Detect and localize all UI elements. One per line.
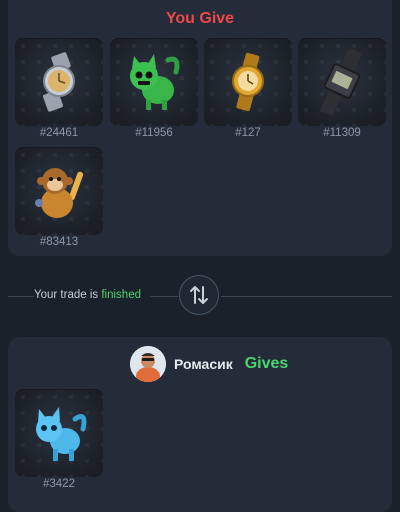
you-give-title: You Give bbox=[165, 10, 235, 27]
divider-line-right bbox=[221, 296, 392, 297]
gift-id-11309: #11309 bbox=[323, 127, 361, 139]
monkey-icon bbox=[35, 168, 84, 218]
gift-tile-11309[interactable] bbox=[298, 38, 386, 126]
gift-id-3422: #3422 bbox=[43, 478, 75, 490]
gift-id-127: #127 bbox=[235, 127, 261, 139]
gift-id-11956: #11956 bbox=[135, 127, 173, 139]
gift-tile-127[interactable] bbox=[204, 38, 292, 126]
digital-watch-icon bbox=[320, 48, 362, 116]
divider-line-left bbox=[8, 296, 34, 297]
gold-watch-icon bbox=[232, 52, 264, 112]
user-photo-icon bbox=[130, 346, 166, 382]
avatar[interactable] bbox=[130, 346, 166, 382]
trade-status-value: finished bbox=[101, 289, 141, 301]
gift-tile-83413[interactable] bbox=[15, 147, 103, 235]
gift-id-24461: #24461 bbox=[39, 127, 79, 139]
user-gives-header: Ромасик Gives bbox=[130, 346, 288, 382]
gift-tile-24461[interactable] bbox=[15, 38, 103, 126]
user-name: Ромасик bbox=[174, 356, 233, 372]
trade-status-prefix: Your trade is bbox=[34, 289, 99, 301]
silver-watch-icon bbox=[42, 52, 75, 112]
green-cat-icon bbox=[130, 54, 180, 110]
trade-status-text: Your trade is finished bbox=[34, 289, 141, 301]
gift-id-83413: #83413 bbox=[39, 236, 79, 248]
gift-tile-3422[interactable] bbox=[15, 389, 103, 477]
divider-line-mid bbox=[150, 296, 178, 297]
swap-button[interactable] bbox=[179, 275, 219, 315]
blue-cat-icon bbox=[36, 407, 87, 461]
gives-label: Gives bbox=[244, 355, 289, 372]
gift-tile-11956[interactable] bbox=[110, 38, 198, 126]
swap-arrows-icon bbox=[190, 286, 208, 304]
